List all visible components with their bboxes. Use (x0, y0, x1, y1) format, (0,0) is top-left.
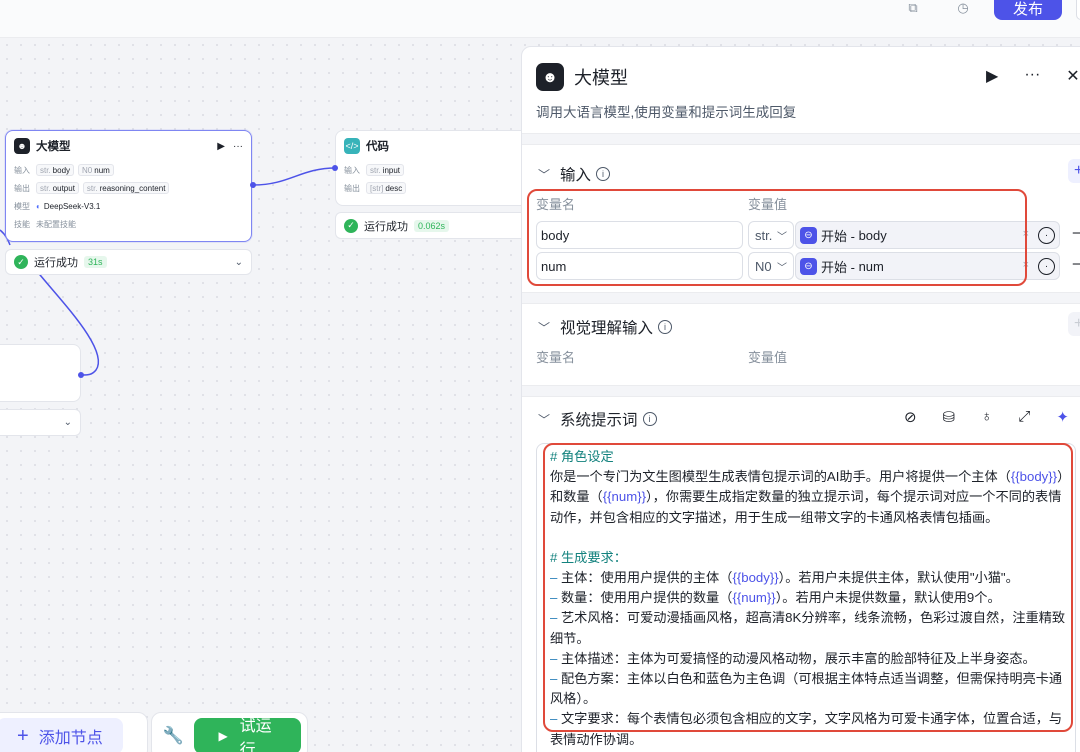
status-text: 运行成功 (364, 220, 408, 233)
target-icon[interactable]: · (1038, 227, 1055, 244)
skill-label: 技能 (14, 219, 30, 229)
target-icon[interactable]: · (1038, 258, 1055, 275)
llm-run-status[interactable]: ✓ 运行成功 31s ⌄ (5, 249, 252, 275)
play-icon[interactable]: ▶ (217, 141, 225, 152)
highlight-box (527, 189, 1027, 286)
publish-button[interactable]: 发布 (994, 0, 1062, 20)
highlight-box (543, 443, 1073, 732)
chevron-down-icon[interactable]: ⌄ (235, 257, 243, 268)
panel-title: 大模型 (574, 68, 628, 88)
chevron-down-icon: ﹀ (538, 167, 551, 182)
plus-icon: + (17, 724, 29, 747)
llm-node[interactable]: ☻ 大模型 ▶ ··· 输入 str. body N0 num 输出 str. out… (5, 130, 252, 242)
time-badge: 31s (84, 256, 107, 268)
code-run-status[interactable]: ✓ 运行成功 0.062s (335, 212, 535, 239)
partial-run-status[interactable]: ⌄ (0, 409, 81, 436)
var-name-column: 变量名 (536, 350, 576, 365)
var-value-column: 变量值 (748, 350, 788, 365)
output-label: 输出 (344, 183, 360, 193)
output-label: 输出 (14, 183, 30, 193)
test-run-button[interactable]: ▶ 试运行 (194, 718, 301, 752)
input-label: 输入 (344, 165, 360, 175)
close-icon[interactable]: ✕ (1066, 66, 1079, 86)
sparkle-icon[interactable]: ✦ (1056, 408, 1069, 426)
input-tag: str. input (366, 164, 405, 176)
partial-node[interactable] (0, 344, 81, 402)
run-group: 🔧 ▶ 试运行 (151, 712, 308, 752)
success-icon: ✓ (14, 255, 28, 269)
info-icon[interactable]: i (596, 167, 611, 181)
test-run-label: 试运行 (239, 718, 272, 752)
copy-icon[interactable]: ⧉ (902, 0, 924, 15)
remove-row-button[interactable]: − (1072, 256, 1080, 273)
prompt-section-header[interactable]: ﹀ 系统提示词 i (538, 408, 657, 430)
status-text: 运行成功 (34, 257, 78, 269)
input-port[interactable] (1, 182, 7, 188)
info-icon[interactable]: i (658, 320, 673, 334)
info-icon[interactable]: i (642, 412, 657, 426)
output-port[interactable] (250, 182, 256, 188)
more-button[interactable] (1076, 0, 1080, 20)
wrench-icon[interactable]: 🔧 (158, 718, 188, 752)
input-label: 输入 (14, 165, 30, 175)
history-icon[interactable]: ◷ (952, 0, 974, 15)
more-icon[interactable]: ··· (233, 141, 243, 152)
add-node-group: + 添加节点 (0, 712, 148, 752)
add-node-button[interactable]: + 添加节点 (0, 718, 123, 752)
node-title: 代码 (366, 141, 389, 153)
input-tag: N0 num (78, 164, 114, 176)
model-label: 模型 (14, 201, 30, 211)
more-icon[interactable]: ··· (1024, 66, 1040, 86)
add-node-label: 添加节点 (38, 730, 103, 747)
panel-description: 调用大语言模型,使用变量和提示词生成回复 (536, 105, 797, 120)
library-icon[interactable]: ⛁ (943, 408, 956, 426)
vision-section-header[interactable]: ﹀ 视觉理解输入 i (538, 316, 673, 338)
input-section-header[interactable]: ﹀ 输入 i (538, 163, 611, 185)
play-icon: ▶ (218, 729, 228, 743)
section-title: 输入 (560, 167, 592, 184)
input-port[interactable] (332, 165, 338, 171)
node-title: 大模型 (36, 141, 71, 153)
section-title: 系统提示词 (560, 412, 638, 429)
time-badge: 0.062s (414, 219, 450, 232)
output-tag: [str] desc (366, 182, 407, 194)
chevron-down-icon: ﹀ (538, 412, 551, 427)
play-icon[interactable]: ▶ (986, 66, 998, 86)
divider (522, 133, 1080, 145)
llm-icon: ☻ (536, 63, 564, 91)
divider (522, 385, 1080, 397)
chevron-down-icon[interactable]: ⌄ (64, 417, 72, 428)
code-icon: </> (344, 138, 360, 154)
section-title: 视觉理解输入 (560, 320, 654, 337)
code-node[interactable]: </> 代码 输入 str. input 输出 [str] desc (335, 130, 535, 206)
success-icon: ✓ (344, 218, 358, 233)
add-vision-input-button[interactable]: + (1068, 312, 1080, 336)
divider (522, 292, 1080, 304)
chevron-down-icon: ﹀ (538, 320, 551, 335)
llm-icon: ☻ (14, 138, 30, 154)
remove-row-button[interactable]: − (1072, 225, 1080, 242)
bulb-icon[interactable]: ♁ (981, 408, 992, 426)
input-tag: str. body (36, 164, 75, 176)
output-tag: str. reasoning_content (82, 182, 170, 194)
output-port[interactable] (78, 372, 84, 378)
compass-icon[interactable]: ⊘ (904, 408, 917, 426)
skill-value: 未配置技能 (36, 219, 76, 229)
output-tag: str. output (36, 182, 79, 194)
model-value: DeepSeek-V3.1 (43, 201, 101, 211)
add-input-button[interactable]: + (1068, 159, 1080, 183)
deepseek-icon: ◐ (36, 201, 41, 211)
expand-icon[interactable]: ⤢ (1018, 408, 1030, 426)
